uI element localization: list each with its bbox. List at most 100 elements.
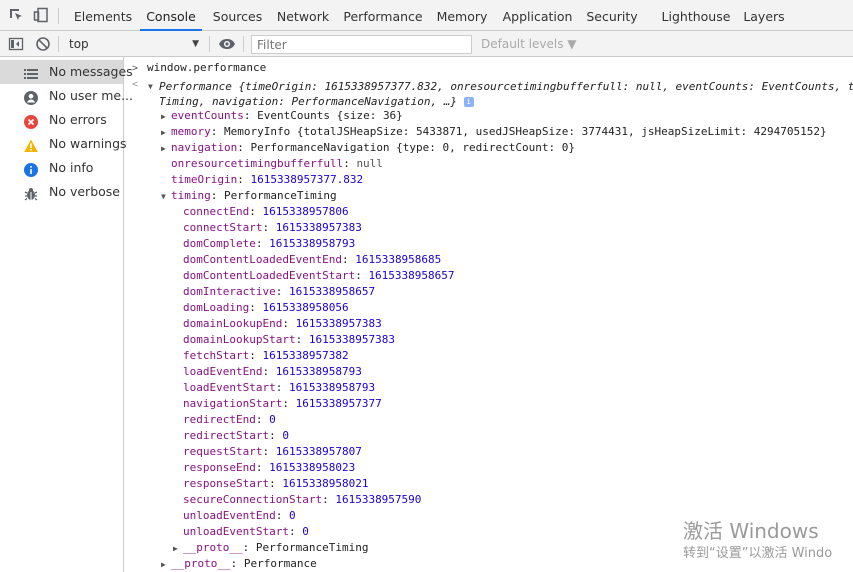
timing-value: 1615338958793 <box>269 237 356 250</box>
clear-console-icon[interactable] <box>35 36 51 52</box>
sidebar-item-label: No messages <box>49 64 133 79</box>
devtools-tab-bar: Elements Console Sources Network Performance… <box>0 0 853 31</box>
timing-entry: unloadEventEnd: 0 <box>183 509 296 522</box>
tab-sources[interactable]: Sources <box>206 0 269 31</box>
filter-input[interactable] <box>251 35 472 54</box>
timing-entry: connectEnd: 1615338957806 <box>183 205 349 218</box>
timing-entry: fetchStart: 1615338957382 <box>183 349 349 362</box>
performance-summary-line[interactable]: Performance {timeOrigin: 1615338957377.8… <box>159 79 853 95</box>
timing-key: domContentLoadedEventEnd <box>183 253 342 266</box>
prop-key: timing <box>171 189 211 202</box>
timing-entry: responseStart: 1615338958021 <box>183 477 369 490</box>
timing-key: domLoading <box>183 301 250 314</box>
inspect-element-icon[interactable] <box>8 7 24 23</box>
expand-triangle-icon[interactable]: ▶ <box>161 560 166 569</box>
prop-key: memory <box>171 125 211 138</box>
expand-triangle-icon[interactable]: ▶ <box>173 544 178 553</box>
timing-entry: unloadEventStart: 0 <box>183 525 309 538</box>
prop-value: PerformanceNavigation {type: 0, redirect… <box>250 141 575 154</box>
input-prompt-icon: > <box>132 63 139 74</box>
sidebar-item-errors[interactable]: No errors <box>0 108 123 132</box>
dropdown-arrow-icon: ▼ <box>192 39 199 49</box>
prop-time-origin: timeOrigin: 1615338957377.832 <box>171 173 364 186</box>
timing-value: 1615338957807 <box>275 445 362 458</box>
console-sidebar: No messages No user me... No errors No w… <box>0 57 133 572</box>
tab-layers[interactable]: Layers <box>738 0 790 31</box>
timing-value: 0 <box>282 429 289 442</box>
timing-entry: domInteractive: 1615338958657 <box>183 285 376 298</box>
tab-console[interactable]: Console <box>140 0 202 31</box>
timing-value: 0 <box>302 525 309 538</box>
sidebar-item-user-messages[interactable]: No user me... <box>0 84 133 108</box>
timing-value: 1615338957377 <box>295 397 382 410</box>
tab-lighthouse[interactable]: Lighthouse <box>655 0 737 31</box>
tab-application[interactable]: Application <box>497 0 578 31</box>
expand-triangle-icon[interactable]: ▶ <box>161 128 166 137</box>
timing-entry: domainLookupStart: 1615338957383 <box>183 333 395 346</box>
timing-key: navigationStart <box>183 397 283 410</box>
prop-value: Performance <box>243 557 317 570</box>
tab-performance[interactable]: Performance <box>338 0 428 31</box>
tab-elements[interactable]: Elements <box>66 0 140 31</box>
sidebar-item-info[interactable]: No info <box>0 156 123 180</box>
sidebar-item-warnings[interactable]: No warnings <box>0 132 127 156</box>
timing-value: 1615338957590 <box>335 493 422 506</box>
context-selector-value: top <box>69 37 89 51</box>
sidebar-item-label: No info <box>49 160 94 175</box>
device-toolbar-icon[interactable] <box>33 7 49 23</box>
timing-key: redirectEnd <box>183 413 256 426</box>
tab-security[interactable]: Security <box>580 0 644 31</box>
expand-triangle-icon[interactable]: ▶ <box>161 112 166 121</box>
sidebar-item-label: No verbose <box>49 184 120 199</box>
timing-entry: domainLookupEnd: 1615338957383 <box>183 317 382 330</box>
prop-proto-performance[interactable]: __proto__: Performance <box>171 556 317 572</box>
sidebar-item-messages[interactable]: No messages <box>0 60 133 84</box>
console-input-line: window.performance <box>147 61 267 74</box>
eye-icon[interactable] <box>218 36 235 52</box>
console-output: > window.performance < ▼ Performance {ti… <box>124 57 853 572</box>
timing-entry: redirectEnd: 0 <box>183 413 276 426</box>
timing-key: domContentLoadedEventStart <box>183 269 356 282</box>
expand-triangle-icon[interactable]: ▶ <box>161 144 166 153</box>
tab-memory[interactable]: Memory <box>430 0 494 31</box>
timing-value: 1615338958793 <box>288 381 376 394</box>
user-icon <box>24 89 38 105</box>
timing-key: loadEventStart <box>183 381 276 394</box>
timing-value: 1615338958657 <box>288 285 376 298</box>
sidebar-item-verbose[interactable]: No verbose <box>0 180 123 204</box>
timing-entry: loadEventEnd: 1615338958793 <box>183 365 362 378</box>
timing-value: 1615338958657 <box>368 269 455 282</box>
collapse-triangle-icon[interactable]: ▼ <box>161 192 166 201</box>
timing-key: fetchStart <box>183 349 250 362</box>
error-icon <box>24 113 38 129</box>
info-icon <box>24 161 38 177</box>
info-badge-icon[interactable]: i <box>463 97 474 107</box>
prop-key: __proto__ <box>183 541 243 554</box>
timing-value: 1615338957382 <box>262 349 349 362</box>
context-selector[interactable]: top ▼ <box>63 34 205 54</box>
windows-activation-hint: 转到“设置”以激活 Windo <box>683 546 833 561</box>
prop-value: 1615338957377.832 <box>250 173 364 186</box>
prop-timing[interactable]: timing: PerformanceTiming <box>171 188 337 204</box>
timing-entry: connectStart: 1615338957383 <box>183 221 362 234</box>
prop-key: navigation <box>171 141 238 154</box>
prop-memory[interactable]: memory: MemoryInfo {totalJSHeapSize: 543… <box>171 124 827 140</box>
sidebar-toggle-icon[interactable] <box>8 36 24 52</box>
log-levels-dropdown[interactable]: Default levels ▼ <box>481 35 577 53</box>
collapse-triangle-icon[interactable]: ▼ <box>148 82 153 91</box>
toolbar-divider <box>58 8 59 24</box>
timing-key: loadEventEnd <box>183 365 263 378</box>
timing-entry: domContentLoadedEventStart: 161533895865… <box>183 269 455 282</box>
warning-icon <box>24 137 38 152</box>
timing-value: 1615338958793 <box>275 365 362 378</box>
prop-event-counts[interactable]: eventCounts: EventCounts {size: 36} <box>171 108 403 124</box>
prop-onresourcetimingbufferfull: onresourcetimingbufferfull: null <box>171 157 383 170</box>
timing-value: 0 <box>269 413 276 426</box>
timing-entry: responseEnd: 1615338958023 <box>183 461 356 474</box>
prop-key: timeOrigin <box>171 173 238 186</box>
timing-entry: requestStart: 1615338957807 <box>183 445 362 458</box>
prop-navigation[interactable]: navigation: PerformanceNavigation {type:… <box>171 140 575 156</box>
tab-network[interactable]: Network <box>271 0 335 31</box>
prop-key: eventCounts <box>171 109 244 122</box>
prop-proto-timing[interactable]: __proto__: PerformanceTiming <box>183 540 368 556</box>
